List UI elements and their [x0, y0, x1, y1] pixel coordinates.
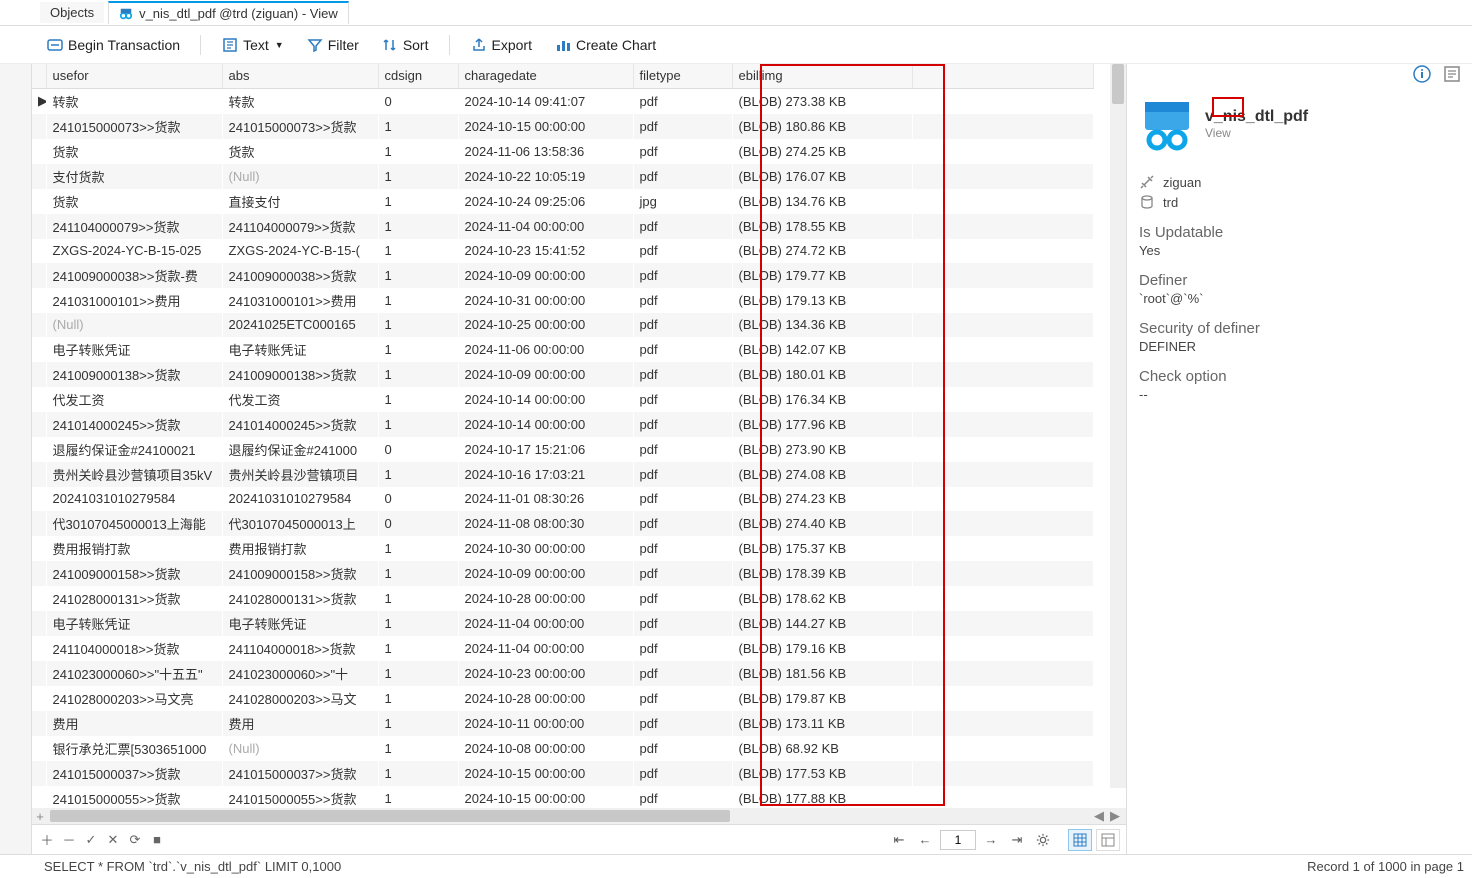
- add-tab-icon[interactable]: +: [32, 809, 48, 824]
- table-row[interactable]: 241014000245>>货款241014000245>>货款12024-10…: [32, 412, 1094, 437]
- transaction-icon: [46, 36, 64, 54]
- horizontal-scrollbar[interactable]: + ◀▶: [32, 808, 1126, 824]
- left-gutter: [0, 64, 32, 854]
- is-updatable-value: Yes: [1139, 243, 1460, 258]
- last-page-button[interactable]: ⇥: [1006, 829, 1028, 851]
- export-icon: [470, 36, 488, 54]
- text-icon: [221, 36, 239, 54]
- col-header-charagedate[interactable]: charagedate: [458, 64, 633, 88]
- record-status: Record 1 of 1000 in page 1: [1307, 859, 1464, 874]
- connection-icon: [1139, 174, 1155, 190]
- export-button[interactable]: Export: [464, 32, 538, 58]
- chart-icon: [554, 36, 572, 54]
- delete-row-button[interactable]: －: [60, 831, 78, 849]
- text-button[interactable]: Text▼: [215, 32, 290, 58]
- status-bar: SELECT * FROM `trd`.`v_nis_dtl_pdf` LIMI…: [0, 854, 1472, 878]
- table-row[interactable]: 费用报销打款费用报销打款12024-10-30 00:00:00pdf(BLOB…: [32, 536, 1094, 561]
- scroll-left-icon[interactable]: ◀: [1092, 808, 1106, 824]
- table-row[interactable]: 贵州关岭县沙营镇项目35kV贵州关岭县沙营镇项目12024-10-16 17:0…: [32, 462, 1094, 487]
- info-panel: v_nis_dtl_pdf View ziguan trd Is Updatab…: [1126, 64, 1472, 854]
- table-row[interactable]: 241104000079>>货款241104000079>>货款12024-11…: [32, 214, 1094, 239]
- table-row[interactable]: 退履约保证金#24100021退履约保证金#24100002024-10-17 …: [32, 437, 1094, 462]
- tab-objects[interactable]: Objects: [40, 2, 104, 23]
- table-row[interactable]: 代30107045000013上海能代30107045000013上02024-…: [32, 511, 1094, 536]
- table-row[interactable]: 货款直接支付12024-10-24 09:25:06jpg(BLOB) 134.…: [32, 189, 1094, 214]
- database-icon: [1139, 194, 1155, 210]
- col-header-usefor[interactable]: usefor: [46, 64, 222, 88]
- table-row[interactable]: 支付货款(Null)12024-10-22 10:05:19pdf(BLOB) …: [32, 164, 1094, 189]
- info-icon[interactable]: [1412, 64, 1432, 84]
- table-row[interactable]: 241015000037>>货款241015000037>>货款12024-10…: [32, 761, 1094, 786]
- table-row[interactable]: 241104000018>>货款241104000018>>货款12024-11…: [32, 636, 1094, 661]
- table-row[interactable]: 241028000203>>马文亮241028000203>>马文12024-1…: [32, 686, 1094, 711]
- sort-button[interactable]: Sort: [375, 32, 435, 58]
- col-header-abs[interactable]: abs: [222, 64, 378, 88]
- table-row[interactable]: 241009000158>>货款241009000158>>货款12024-10…: [32, 561, 1094, 586]
- ddl-icon[interactable]: [1442, 64, 1462, 84]
- check-option-label: Check option: [1139, 368, 1460, 385]
- col-header-filetype[interactable]: filetype: [633, 64, 732, 88]
- grid-bottom-controls: ＋ － ✓ ✕ ⟳ ■ ⇤ ← → ⇥: [32, 824, 1126, 854]
- table-row[interactable]: 241015000073>>货款241015000073>>货款12024-10…: [32, 114, 1094, 139]
- tab-view[interactable]: v_nis_dtl_pdf @trd (ziguan) - View: [108, 1, 349, 24]
- security-value: DEFINER: [1139, 339, 1460, 354]
- filter-button[interactable]: Filter: [300, 32, 365, 58]
- page-input[interactable]: [940, 830, 976, 850]
- editor-tabs: Objects v_nis_dtl_pdf @trd (ziguan) - Vi…: [0, 0, 1472, 26]
- object-title: v_nis_dtl_pdf: [1205, 108, 1308, 126]
- col-header-cdsign[interactable]: cdsign: [378, 64, 458, 88]
- text-caret-icon: ▼: [275, 40, 284, 50]
- table-row[interactable]: 241023000060>>"十五五"241023000060>>"十12024…: [32, 661, 1094, 686]
- begin-transaction-button[interactable]: Begin Transaction: [40, 32, 186, 58]
- sql-text: SELECT * FROM `trd`.`v_nis_dtl_pdf` LIMI…: [44, 859, 341, 874]
- is-updatable-label: Is Updatable: [1139, 224, 1460, 241]
- table-row[interactable]: 货款货款12024-11-06 13:58:36pdf(BLOB) 274.25…: [32, 139, 1094, 164]
- table-row[interactable]: 241031000101>>费用241031000101>>费用12024-10…: [32, 288, 1094, 313]
- table-row[interactable]: 电子转账凭证电子转账凭证12024-11-04 00:00:00pdf(BLOB…: [32, 611, 1094, 636]
- table-row[interactable]: 241009000138>>货款241009000138>>货款12024-10…: [32, 362, 1094, 387]
- view-large-icon: [1139, 96, 1195, 152]
- table-row[interactable]: 银行承兑汇票[5303651000(Null)12024-10-08 00:00…: [32, 736, 1094, 761]
- sort-icon: [381, 36, 399, 54]
- table-row[interactable]: 241028000131>>货款241028000131>>货款12024-10…: [32, 586, 1094, 611]
- table-row[interactable]: (Null)20241025ETC00016512024-10-25 00:00…: [32, 313, 1094, 337]
- settings-button[interactable]: [1032, 829, 1054, 851]
- filter-icon: [306, 36, 324, 54]
- table-row[interactable]: ZXGS-2024-YC-B-15-025ZXGS-2024-YC-B-15-(…: [32, 239, 1094, 263]
- first-page-button[interactable]: ⇤: [888, 829, 910, 851]
- table-row[interactable]: 电子转账凭证电子转账凭证12024-11-06 00:00:00pdf(BLOB…: [32, 337, 1094, 362]
- commit-button[interactable]: ✓: [82, 831, 100, 849]
- object-type: View: [1205, 126, 1308, 140]
- form-view-button[interactable]: [1096, 829, 1120, 851]
- connection-name: ziguan: [1163, 175, 1201, 190]
- table-row[interactable]: ▶转款转款02024-10-14 09:41:07pdf(BLOB) 273.3…: [32, 88, 1094, 114]
- table-row[interactable]: 241015000055>>货款241015000055>>货款12024-10…: [32, 786, 1094, 809]
- toolbar: Begin Transaction Text▼ Filter Sort Expo…: [0, 26, 1472, 64]
- create-chart-button[interactable]: Create Chart: [548, 32, 662, 58]
- definer-label: Definer: [1139, 272, 1460, 289]
- prev-page-button[interactable]: ←: [914, 829, 936, 851]
- check-option-value: --: [1139, 387, 1460, 402]
- stop-button[interactable]: ■: [148, 831, 166, 849]
- next-page-button[interactable]: →: [980, 829, 1002, 851]
- database-name: trd: [1163, 195, 1178, 210]
- definer-value: `root`@`%`: [1139, 291, 1460, 306]
- grid-view-button[interactable]: [1068, 829, 1092, 851]
- data-grid[interactable]: useforabscdsigncharagedatefiletypeebilli…: [32, 64, 1094, 808]
- scroll-right-icon[interactable]: ▶: [1108, 808, 1122, 824]
- col-header-ebillimg[interactable]: ebillimg: [732, 64, 912, 88]
- vertical-scrollbar[interactable]: [1110, 64, 1126, 788]
- table-row[interactable]: 241009000038>>货款-费241009000038>>货款12024-…: [32, 263, 1094, 288]
- cancel-button[interactable]: ✕: [104, 831, 122, 849]
- security-label: Security of definer: [1139, 320, 1460, 337]
- table-row[interactable]: 代发工资代发工资12024-10-14 00:00:00pdf(BLOB) 17…: [32, 387, 1094, 412]
- add-row-button[interactable]: ＋: [38, 831, 56, 849]
- table-row[interactable]: 费用费用12024-10-11 00:00:00pdf(BLOB) 173.11…: [32, 711, 1094, 736]
- table-row[interactable]: 202410310102795842024103101027958402024-…: [32, 487, 1094, 511]
- refresh-button[interactable]: ⟳: [126, 831, 144, 849]
- view-icon: [119, 7, 133, 21]
